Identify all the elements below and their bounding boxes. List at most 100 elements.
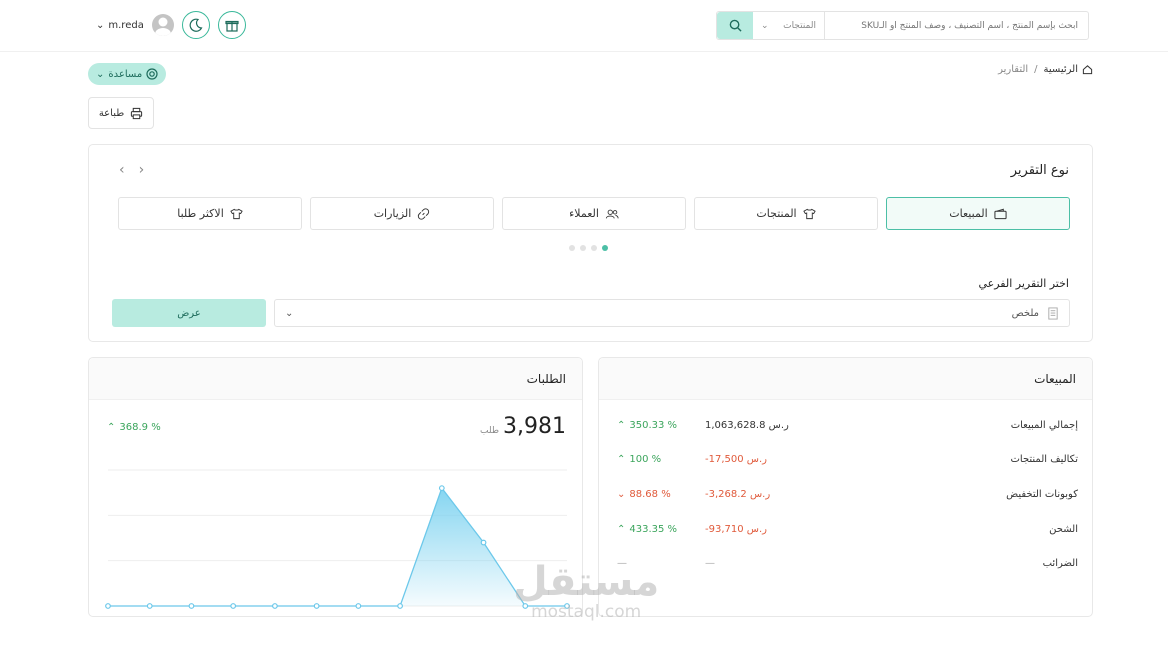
watermark-url: mostaql.com: [531, 602, 642, 622]
search-icon: [729, 19, 742, 32]
orders-title: الطلبات: [526, 371, 566, 386]
sales-card-header: المبيعات: [599, 358, 1092, 400]
sales-row-label: إجمالي المبيعات: [1010, 419, 1078, 431]
carousel-dot[interactable]: [569, 245, 575, 251]
report-tabs: المبيعات المنتجات العملاء الزيارات الاكث…: [118, 197, 1070, 230]
lifebuoy-icon: [146, 68, 158, 80]
gift-icon: [225, 20, 239, 32]
tab-visits-label: الزيارات: [373, 207, 412, 220]
tab-visits[interactable]: الزيارات: [310, 197, 494, 230]
sales-row-pct: ⌃ 350.33 %: [617, 420, 677, 431]
chevron-left-icon[interactable]: ‹: [119, 162, 125, 178]
username: m.reda: [108, 19, 144, 31]
search-scope-select[interactable]: المنتجات ⌄: [753, 12, 825, 39]
tab-customers-label: العملاء: [569, 207, 599, 220]
tab-arrows: ‹ ›: [119, 162, 144, 178]
carousel-dot[interactable]: [580, 245, 586, 251]
tab-products-label: المنتجات: [756, 207, 797, 220]
gift-button[interactable]: [217, 11, 246, 39]
chart-point[interactable]: [355, 603, 362, 609]
avatar[interactable]: [151, 14, 174, 36]
sales-row: كوبونات التخفيض -3,268.2 ر.س ⌄ 88.68 %: [599, 484, 1094, 504]
sales-row-value: 1,063,628.8 ر.س: [705, 419, 789, 431]
carousel-dot[interactable]: [591, 245, 597, 251]
sub-report-value-wrap: ملخص: [1011, 306, 1059, 320]
user-icon: [154, 17, 171, 36]
search-scope-label: المنتجات: [783, 20, 816, 31]
tab-best-sellers-label: الاكثر طلبا: [177, 207, 224, 220]
printer-icon: [131, 107, 143, 119]
breadcrumb-current: التقارير: [998, 64, 1029, 75]
shirt-icon: [802, 208, 816, 219]
watermark: مستقل mostaql.com: [513, 562, 659, 622]
orders-pct: ⌃ 368.9 %: [107, 422, 161, 433]
chart-point[interactable]: [146, 603, 153, 609]
print-button[interactable]: طباعة: [88, 97, 154, 129]
orders-chart: [105, 469, 570, 609]
breadcrumb-home[interactable]: الرئيسية: [1044, 64, 1093, 75]
sales-row-pct-value: 88.68 %: [629, 488, 671, 500]
sales-row-label: تكاليف المنتجات: [1010, 453, 1078, 465]
carousel-dots: [569, 245, 608, 251]
breadcrumb: الرئيسية / التقارير: [998, 64, 1093, 75]
sales-row-label: الشحن: [1049, 523, 1078, 535]
chevron-down-icon: ⌄: [96, 68, 105, 80]
chart-point[interactable]: [480, 539, 487, 546]
sales-title: المبيعات: [1034, 371, 1076, 386]
sales-row-label: الضرائب: [1042, 557, 1078, 569]
tab-sales[interactable]: المبيعات: [886, 197, 1070, 230]
sales-row: تكاليف المنتجات -17,500 ر.س ⌃ 100 %: [599, 449, 1094, 469]
tab-best-sellers[interactable]: الاكثر طلبا: [118, 197, 302, 230]
sales-row-pct-value: 350.33 %: [629, 419, 678, 431]
sub-report-select[interactable]: ملخص ⌄: [274, 299, 1070, 327]
sub-report-value: ملخص: [1011, 307, 1039, 319]
help-label: مساعدة: [108, 68, 143, 80]
chevron-up-icon: ⌃: [617, 453, 626, 465]
sales-row-pct: ⌃ 100 %: [617, 454, 661, 465]
chart-point[interactable]: [230, 603, 237, 609]
report-type-title: نوع التقرير: [1010, 163, 1069, 178]
chart-point[interactable]: [438, 485, 445, 492]
help-button[interactable]: ⌄ مساعدة: [88, 63, 167, 85]
orders-card-header: الطلبات: [89, 358, 582, 400]
chevron-up-icon: ⌃: [617, 419, 626, 431]
top-bar: المنتجات ⌄ ⌄ m.reda: [0, 0, 1168, 52]
chart-point[interactable]: [105, 603, 111, 609]
chevron-down-icon: ⌄: [761, 20, 769, 31]
sales-row-pct: ⌄ 88.68 %: [617, 489, 671, 500]
tab-sales-label: المبيعات: [949, 207, 988, 220]
user-menu[interactable]: ⌄ m.reda: [96, 20, 144, 31]
watermark-logo-text: مستقل: [513, 559, 660, 605]
sales-row-pct-value: 433.35 %: [629, 523, 678, 535]
wallet-icon: [994, 208, 1007, 219]
search-input[interactable]: [825, 12, 1088, 39]
sales-row: إجمالي المبيعات 1,063,628.8 ر.س ⌃ 350.33 …: [599, 415, 1094, 435]
home-icon: [1082, 65, 1093, 75]
tab-products[interactable]: المنتجات: [694, 197, 878, 230]
chevron-down-icon: ⌄: [617, 488, 626, 500]
chart-point[interactable]: [188, 603, 195, 609]
chart-area: [108, 488, 567, 606]
search-button[interactable]: [717, 12, 753, 39]
sales-row-value: -3,268.2 ر.س: [705, 488, 771, 500]
sales-card: المبيعات إجمالي المبيعات 1,063,628.8 ر.س…: [598, 357, 1093, 617]
chart-point[interactable]: [313, 603, 320, 609]
print-label: طباعة: [98, 107, 125, 119]
link-icon: [418, 207, 430, 220]
carousel-dot-active[interactable]: [602, 245, 608, 251]
orders-card: الطلبات 3,981 طلب ⌃ 368.9 %: [88, 357, 583, 617]
sales-row-value: -93,710 ر.س: [705, 523, 767, 535]
user-area: ⌄ m.reda: [96, 11, 246, 39]
chevron-right-icon[interactable]: ›: [139, 162, 145, 178]
chart-point[interactable]: [397, 603, 403, 609]
orders-total: 3,981 طلب: [480, 414, 566, 439]
shirt-icon: [230, 208, 243, 219]
chevron-up-icon: ⌃: [107, 422, 116, 433]
chart-point[interactable]: [272, 603, 278, 609]
sales-row-value: —: [705, 557, 715, 569]
show-button[interactable]: عرض: [112, 299, 266, 327]
orders-pct-value: 368.9 %: [119, 422, 161, 433]
tab-customers[interactable]: العملاء: [502, 197, 686, 230]
report-type-card: نوع التقرير ‹ › المبيعات المنتجات العملا…: [88, 144, 1093, 342]
dark-mode-toggle[interactable]: [181, 11, 210, 39]
